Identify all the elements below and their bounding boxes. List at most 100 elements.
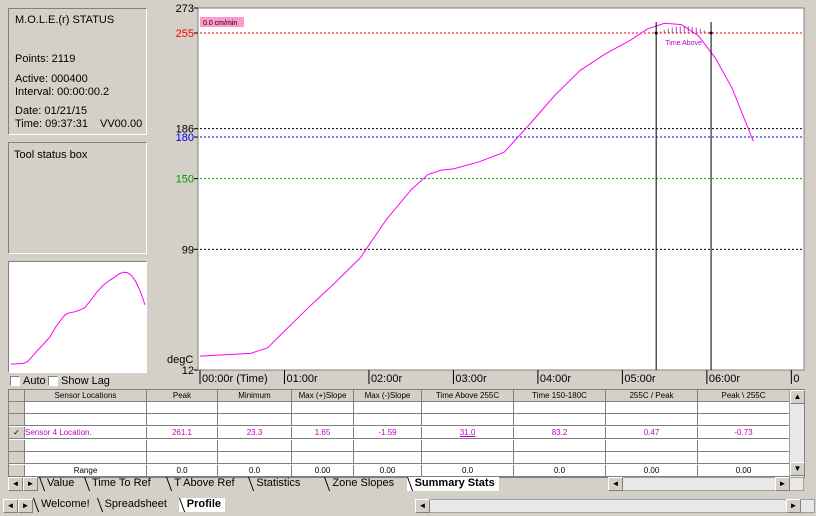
window-tab-right-icon[interactable]: ► <box>18 499 33 513</box>
hscroll-right-icon[interactable]: ► <box>775 477 790 491</box>
table-cell[interactable]: 0.00 <box>606 465 698 477</box>
table-cell[interactable]: -1.59 <box>354 427 422 439</box>
table-cell[interactable] <box>218 414 292 426</box>
tab-time-to-ref[interactable]: Time To Ref <box>84 477 155 491</box>
table-cell[interactable] <box>606 414 698 426</box>
table-cell[interactable]: 0.47 <box>606 427 698 439</box>
table-cell[interactable]: 0.0 <box>514 465 606 477</box>
tab-t-above-ref[interactable]: T Above Ref <box>166 477 238 491</box>
hscroll-left-icon[interactable]: ◄ <box>608 477 623 491</box>
table-cell[interactable] <box>147 402 218 414</box>
table-cell[interactable] <box>147 414 218 426</box>
tab-zone-slopes[interactable]: Zone Slopes <box>324 477 398 491</box>
table-cell[interactable] <box>292 414 354 426</box>
table-cell[interactable]: Time Above 255C <box>422 390 514 402</box>
table-cell[interactable] <box>422 452 514 464</box>
table-cell[interactable] <box>147 440 218 452</box>
table-cell[interactable]: 255C / Peak <box>606 390 698 402</box>
tab-summary-stats[interactable]: Summary Stats <box>406 477 499 491</box>
window-tab-spreadsheet[interactable]: Spreadsheet <box>97 498 171 512</box>
table-range-row: Range 0.0 0.0 0.00 0.00 0.0 0.0 0.00 0.00 <box>9 465 804 477</box>
window-tab-profile[interactable]: Profile <box>178 498 226 512</box>
table-cell[interactable]: 0.00 <box>292 465 354 477</box>
table-cell[interactable] <box>698 414 790 426</box>
show-lag-checkbox[interactable]: Show Lag <box>48 375 110 387</box>
table-horizontal-scrollbar[interactable]: ◄ ► <box>608 477 804 491</box>
table-cell[interactable] <box>354 452 422 464</box>
table-cell[interactable]: Peak <box>147 390 218 402</box>
table-cell[interactable] <box>698 452 790 464</box>
table-cell[interactable] <box>218 452 292 464</box>
table-cell[interactable] <box>422 440 514 452</box>
table-cell[interactable]: Max (+)Slope <box>292 390 354 402</box>
table-cell[interactable]: 0.0 <box>147 465 218 477</box>
right-scroll-strip[interactable] <box>805 0 816 390</box>
mini-profile-chart[interactable] <box>8 261 147 373</box>
tab-scroll-right-icon[interactable]: ► <box>23 477 38 491</box>
interval-readout: Interval: 00:00:00.2 <box>15 86 110 98</box>
table-cell[interactable] <box>25 440 147 452</box>
table-cell[interactable]: Max (-)Slope <box>354 390 422 402</box>
table-cell[interactable]: 1.65 <box>292 427 354 439</box>
tab-statistics[interactable]: Statistics <box>248 477 304 491</box>
row-selector[interactable] <box>9 452 25 464</box>
table-cell[interactable]: Peak \ 255C <box>698 390 790 402</box>
table-cell[interactable] <box>25 452 147 464</box>
table-cell[interactable] <box>422 402 514 414</box>
table-cell[interactable]: -0.73 <box>698 427 790 439</box>
window-tab-welcome-[interactable]: Welcome! <box>33 498 94 512</box>
table-cell[interactable] <box>354 440 422 452</box>
version-readout: VV00.00 <box>100 118 143 130</box>
table-cell[interactable] <box>606 402 698 414</box>
row-selector[interactable] <box>9 414 25 426</box>
table-cell[interactable]: 0.0 <box>218 465 292 477</box>
profile-chart[interactable]: 2732551861801509912 00:00r (Time) 01:00r 0… <box>150 0 816 390</box>
table-cell[interactable]: Sensor 4 Location. <box>25 427 147 439</box>
table-cell[interactable]: 0.00 <box>354 465 422 477</box>
table-cell[interactable]: 0.00 <box>698 465 790 477</box>
table-cell[interactable]: Time 150-180C <box>514 390 606 402</box>
table-cell[interactable]: 83.2 <box>514 427 606 439</box>
table-cell[interactable] <box>354 402 422 414</box>
table-cell[interactable] <box>514 414 606 426</box>
scroll-up-icon[interactable]: ▲ <box>790 390 805 404</box>
table-cell[interactable] <box>354 414 422 426</box>
table-vertical-scrollbar[interactable]: ▲ ▼ <box>789 390 805 477</box>
tab-value[interactable]: Value <box>39 477 78 491</box>
table-cell[interactable] <box>147 452 218 464</box>
table-cell[interactable]: Minimum <box>218 390 292 402</box>
table-cell[interactable] <box>514 440 606 452</box>
row-selector[interactable] <box>9 390 25 402</box>
table-cell[interactable] <box>606 440 698 452</box>
table-cell[interactable] <box>292 440 354 452</box>
table-cell[interactable] <box>698 440 790 452</box>
table-cell[interactable] <box>292 402 354 414</box>
table-cell[interactable] <box>218 440 292 452</box>
table-cell[interactable] <box>25 414 147 426</box>
table-cell[interactable] <box>218 402 292 414</box>
table-cell[interactable] <box>292 452 354 464</box>
auto-checkbox[interactable]: Auto <box>10 375 46 387</box>
window-tab-left-icon[interactable]: ◄ <box>3 499 18 513</box>
row-selector[interactable] <box>9 402 25 414</box>
table-cell[interactable] <box>606 452 698 464</box>
table-cell[interactable]: Range <box>25 465 147 477</box>
row-selector[interactable] <box>9 440 25 452</box>
row-selector[interactable]: ✓ <box>9 427 25 439</box>
tab-scroll-left-icon[interactable]: ◄ <box>8 477 23 491</box>
table-cell[interactable]: 31.0 <box>422 427 514 439</box>
table-cell[interactable] <box>25 402 147 414</box>
table-cell[interactable] <box>514 452 606 464</box>
window-hscroll-right-icon[interactable]: ► <box>786 499 801 513</box>
table-cell[interactable]: Sensor Locations <box>25 390 147 402</box>
table-cell[interactable] <box>422 414 514 426</box>
table-cell[interactable]: 261.1 <box>147 427 218 439</box>
table-cell[interactable]: 23.3 <box>218 427 292 439</box>
window-horizontal-scrollbar[interactable]: ◄ ► <box>415 499 815 513</box>
window-hscroll-left-icon[interactable]: ◄ <box>415 499 430 513</box>
table-cell[interactable]: 0.0 <box>422 465 514 477</box>
table-cell[interactable] <box>698 402 790 414</box>
row-selector[interactable] <box>9 465 25 477</box>
table-cell[interactable] <box>514 402 606 414</box>
scroll-down-icon[interactable]: ▼ <box>790 462 805 476</box>
